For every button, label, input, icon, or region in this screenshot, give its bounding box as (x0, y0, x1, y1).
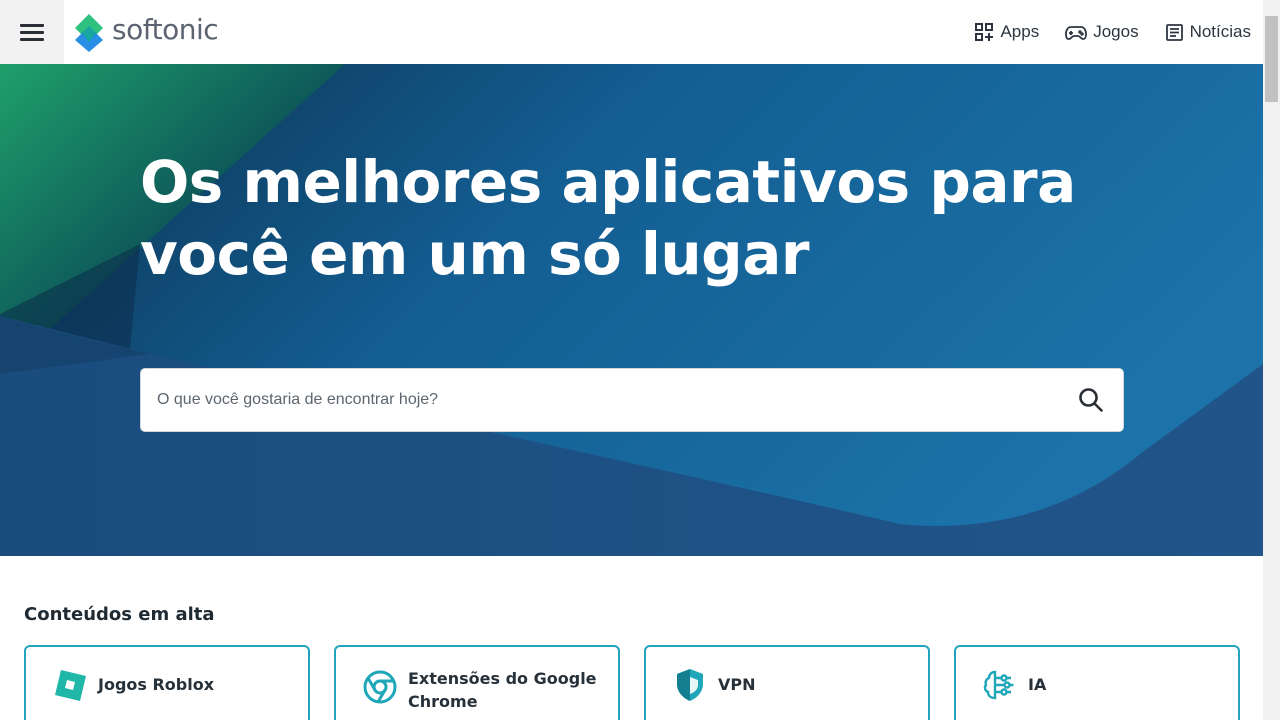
nav-item-news[interactable]: Notícias (1165, 22, 1251, 42)
softonic-logo[interactable]: softonic (72, 12, 219, 52)
chrome-icon (362, 669, 398, 705)
nav-item-label: Jogos (1093, 22, 1139, 41)
main-nav: Apps Jogos Notícias (974, 0, 1251, 64)
search-box (140, 368, 1124, 432)
hero-title: Os melhores aplicativos para você em um … (140, 148, 1076, 288)
hamburger-menu-button[interactable] (0, 0, 64, 64)
search-button[interactable] (1059, 369, 1123, 431)
trending-card-label: Extensões do Google Chrome (408, 669, 597, 711)
news-icon (1165, 23, 1183, 41)
shield-icon (672, 667, 708, 703)
hamburger-icon (20, 23, 44, 41)
page-scrollbar[interactable] (1263, 0, 1280, 720)
trending-section-title: Conteúdos em alta (24, 604, 215, 625)
roblox-icon (52, 667, 88, 703)
trending-card-vpn[interactable]: VPN (644, 645, 930, 720)
hero-background-graphic (0, 64, 1263, 556)
nav-item-label: Apps (1000, 22, 1040, 41)
search-icon (1079, 388, 1103, 412)
softonic-logo-mark-icon (72, 12, 106, 52)
trending-card-label: Jogos Roblox (98, 675, 215, 694)
search-input[interactable] (141, 369, 1059, 431)
trending-card-label: IA (1028, 675, 1047, 694)
trending-card-ai[interactable]: IA (954, 645, 1240, 720)
apps-grid-icon (975, 23, 994, 41)
nav-item-games[interactable]: Jogos (1065, 22, 1139, 42)
trending-cards: Jogos Roblox Extensões do Google Chrome … (24, 645, 1240, 720)
nav-item-apps[interactable]: Apps (974, 22, 1039, 42)
gamepad-icon (1065, 26, 1088, 40)
hero-banner: Os melhores aplicativos para você em um … (0, 64, 1263, 556)
trending-card-roblox[interactable]: Jogos Roblox (24, 645, 310, 720)
nav-item-label: Notícias (1189, 22, 1251, 41)
trending-card-label: VPN (718, 675, 756, 694)
ai-brain-icon (982, 667, 1018, 703)
top-navigation-bar: softonic Apps Jogos Notícias (0, 0, 1263, 64)
trending-card-chrome-extensions[interactable]: Extensões do Google Chrome (334, 645, 620, 720)
brand-name: softonic (112, 12, 219, 46)
scrollbar-thumb[interactable] (1265, 16, 1278, 102)
